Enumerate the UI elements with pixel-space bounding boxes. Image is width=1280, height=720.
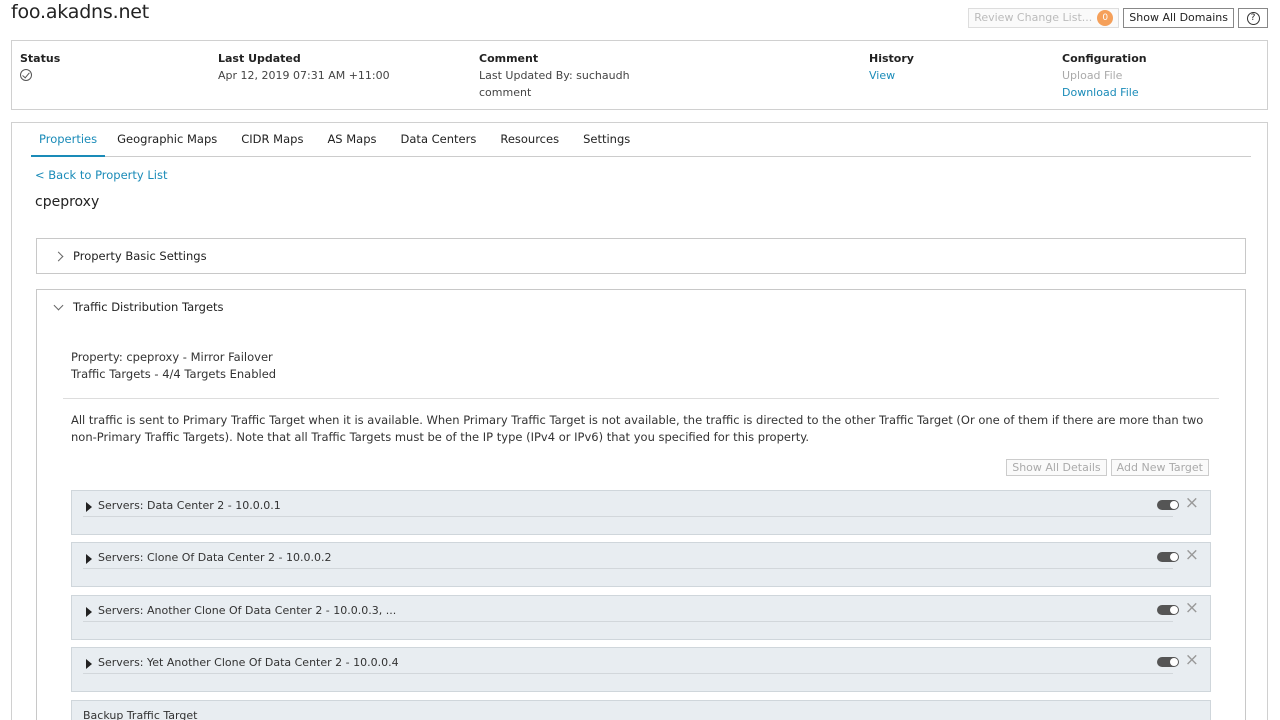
- last-updated-column: Last Updated Apr 12, 2019 07:31 AM +11:0…: [218, 50, 390, 84]
- divider: [83, 568, 1173, 569]
- comment-column: Comment Last Updated By: suchaudh commen…: [479, 50, 630, 101]
- enable-toggle[interactable]: [1157, 657, 1179, 667]
- history-column: History View: [869, 50, 914, 84]
- tab-geographic-maps[interactable]: Geographic Maps: [105, 123, 229, 157]
- main-panel: Properties Geographic Maps CIDR Maps AS …: [11, 122, 1268, 720]
- help-button[interactable]: ?: [1238, 8, 1268, 28]
- property-basic-settings-title: Property Basic Settings: [73, 249, 207, 263]
- targets-enabled-info: Traffic Targets - 4/4 Targets Enabled: [71, 367, 277, 381]
- target-label: Servers: Yet Another Clone Of Data Cente…: [98, 656, 399, 669]
- summary-panel: Status Last Updated Apr 12, 2019 07:31 A…: [11, 40, 1268, 110]
- enable-toggle[interactable]: [1157, 552, 1179, 562]
- traffic-target-row[interactable]: Servers: Clone Of Data Center 2 - 10.0.0…: [71, 542, 1211, 587]
- status-column: Status: [20, 50, 60, 81]
- target-label: Servers: Another Clone Of Data Center 2 …: [98, 604, 397, 617]
- download-file-link[interactable]: Download File: [1062, 84, 1147, 101]
- remove-icon[interactable]: ×: [1185, 650, 1199, 670]
- tab-as-maps[interactable]: AS Maps: [315, 123, 388, 157]
- tab-properties[interactable]: Properties: [31, 123, 106, 157]
- upload-file-link[interactable]: Upload File: [1062, 67, 1147, 84]
- property-basic-settings-header[interactable]: Property Basic Settings: [37, 239, 1245, 273]
- configuration-heading: Configuration: [1062, 52, 1147, 65]
- property-basic-settings-panel[interactable]: Property Basic Settings: [36, 238, 1246, 274]
- divider: [83, 621, 1173, 622]
- configuration-column: Configuration Upload File Download File: [1062, 50, 1147, 101]
- show-all-details-button[interactable]: Show All Details: [1006, 459, 1107, 476]
- expand-triangle-icon[interactable]: [86, 607, 92, 617]
- history-view-link[interactable]: View: [869, 67, 914, 84]
- review-change-list-button[interactable]: Review Change List... 0: [968, 8, 1120, 28]
- traffic-description: All traffic is sent to Primary Traffic T…: [71, 413, 1204, 444]
- divider: [83, 673, 1173, 674]
- property-info: Property: cpeproxy - Mirror Failover: [71, 350, 273, 364]
- chevron-right-icon: [53, 251, 64, 261]
- divider: [83, 516, 1173, 517]
- expand-triangle-icon[interactable]: [86, 502, 92, 512]
- status-heading: Status: [20, 52, 61, 65]
- traffic-distribution-header[interactable]: Traffic Distribution Targets: [37, 290, 1245, 324]
- enable-toggle[interactable]: [1157, 605, 1179, 615]
- chevron-down-icon: [53, 300, 64, 310]
- comment-text: comment: [479, 86, 532, 99]
- remove-icon[interactable]: ×: [1185, 598, 1199, 618]
- traffic-distribution-panel: Traffic Distribution Targets Property: c…: [36, 289, 1246, 720]
- remove-icon[interactable]: ×: [1185, 545, 1199, 565]
- expand-triangle-icon[interactable]: [86, 659, 92, 669]
- expand-triangle-icon[interactable]: [86, 554, 92, 564]
- traffic-target-row[interactable]: Servers: Data Center 2 - 10.0.0.1 ×: [71, 490, 1211, 535]
- last-updated-heading: Last Updated: [218, 52, 301, 65]
- backup-traffic-target-label: Backup Traffic Target: [83, 709, 198, 720]
- comment-heading: Comment: [479, 52, 539, 65]
- enable-toggle[interactable]: [1157, 500, 1179, 510]
- remove-icon[interactable]: ×: [1185, 493, 1199, 513]
- back-to-property-list-link[interactable]: < Back to Property List: [35, 168, 168, 182]
- history-heading: History: [869, 52, 914, 65]
- last-updated-value: Apr 12, 2019 07:31 AM +11:00: [218, 69, 390, 82]
- target-label: Servers: Clone Of Data Center 2 - 10.0.0…: [98, 551, 332, 564]
- target-label: Servers: Data Center 2 - 10.0.0.1: [98, 499, 281, 512]
- tab-cidr-maps[interactable]: CIDR Maps: [229, 123, 315, 157]
- backup-traffic-target-row[interactable]: Backup Traffic Target: [71, 700, 1211, 720]
- check-circle-icon: [20, 69, 32, 81]
- divider: [63, 398, 1219, 399]
- traffic-target-row[interactable]: Servers: Another Clone Of Data Center 2 …: [71, 595, 1211, 640]
- page-title: foo.akadns.net: [11, 1, 150, 23]
- tab-bar: Properties Geographic Maps CIDR Maps AS …: [31, 123, 1251, 157]
- property-title: cpeproxy: [35, 194, 100, 210]
- traffic-target-row[interactable]: Servers: Yet Another Clone Of Data Cente…: [71, 647, 1211, 692]
- tab-settings[interactable]: Settings: [571, 123, 642, 157]
- last-updated-by: Last Updated By: suchaudh: [479, 69, 630, 82]
- tab-resources[interactable]: Resources: [488, 123, 571, 157]
- top-actions: Review Change List... 0 Show All Domains…: [968, 8, 1268, 28]
- tab-data-centers[interactable]: Data Centers: [389, 123, 489, 157]
- help-icon: ?: [1246, 11, 1260, 25]
- review-change-list-label: Review Change List...: [974, 11, 1093, 24]
- traffic-distribution-title: Traffic Distribution Targets: [73, 300, 224, 314]
- change-count-badge: 0: [1097, 10, 1114, 26]
- target-actions: Show All Details Add New Target: [1006, 459, 1209, 476]
- add-new-target-button[interactable]: Add New Target: [1110, 459, 1209, 476]
- show-all-domains-button[interactable]: Show All Domains: [1123, 8, 1234, 28]
